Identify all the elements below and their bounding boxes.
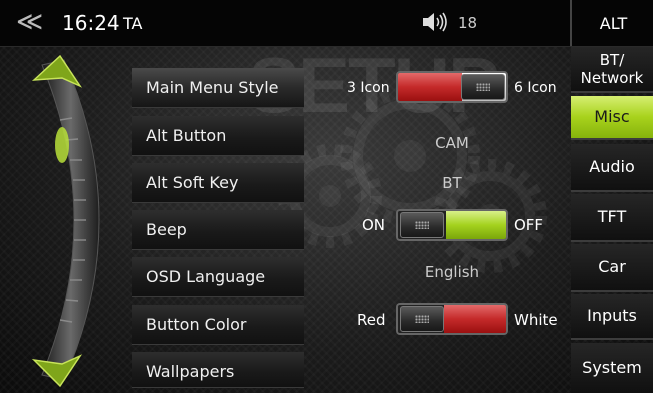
menu-item-alt-button[interactable]: Alt Button xyxy=(132,116,304,156)
audio-source: TA xyxy=(123,14,143,33)
alt-soft-key-value[interactable]: BT xyxy=(396,174,508,192)
osd-language-value[interactable]: English xyxy=(396,263,508,281)
button-color-toggle[interactable] xyxy=(396,303,508,335)
button-color-white-label: White xyxy=(514,311,558,329)
menu-item-button-color[interactable]: Button Color xyxy=(132,305,304,345)
clock: 16:24 xyxy=(62,11,120,35)
beep-toggle[interactable] xyxy=(396,209,508,241)
tab-tft[interactable]: TFT xyxy=(571,194,653,242)
menu-item-osd-language[interactable]: OSD Language xyxy=(132,257,304,297)
tab-system[interactable]: System xyxy=(571,343,653,393)
alt-button-value[interactable]: CAM xyxy=(396,134,508,152)
menu-item-alt-soft-key[interactable]: Alt Soft Key xyxy=(132,163,304,203)
chevron-double-left-icon[interactable]: ≪ xyxy=(16,8,43,36)
speaker-icon xyxy=(423,12,447,32)
tab-car[interactable]: Car xyxy=(571,244,653,292)
volume-level: 18 xyxy=(458,14,478,32)
main-menu-style-right-label: 6 Icon xyxy=(514,80,557,96)
scroll-wheel[interactable] xyxy=(14,50,124,390)
setup-screen: ≪ 16:24 TA 18 ALT SETUP Main Menu Style … xyxy=(0,0,653,393)
beep-on-label: ON xyxy=(362,216,386,234)
button-color-red-label: Red xyxy=(357,311,386,329)
menu-item-main-menu-style[interactable]: Main Menu Style xyxy=(132,68,304,108)
tab-inputs[interactable]: Inputs xyxy=(571,294,653,340)
tab-audio[interactable]: Audio xyxy=(571,144,653,192)
tab-misc[interactable]: Misc xyxy=(571,96,653,140)
alt-button[interactable]: ALT xyxy=(570,0,653,46)
menu-item-wallpapers[interactable]: Wallpapers xyxy=(132,352,304,388)
tab-bt-network[interactable]: BT/ Network xyxy=(571,47,653,93)
main-menu-style-left-label: 3 Icon xyxy=(347,80,390,96)
main-menu-style-toggle[interactable] xyxy=(396,71,508,103)
menu-item-beep[interactable]: Beep xyxy=(132,210,304,250)
beep-off-label: OFF xyxy=(514,216,544,234)
